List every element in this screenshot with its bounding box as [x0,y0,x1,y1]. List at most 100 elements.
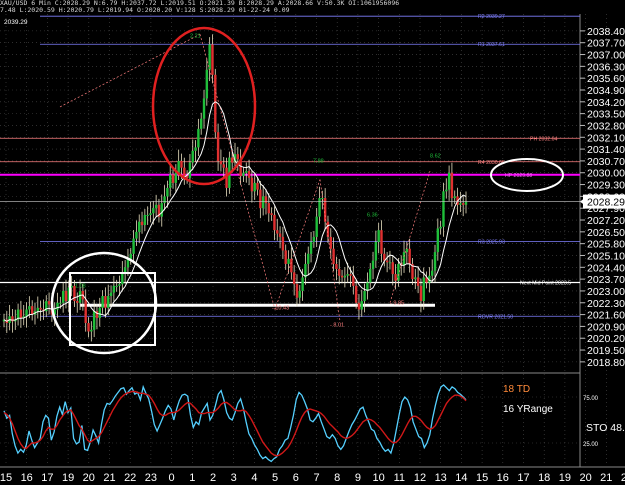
candle-body [98,307,101,318]
candle-body [461,203,465,205]
x-tick-label: 9 [355,472,361,484]
candle-body [180,160,183,168]
osc-tick-label: 25.00 [583,442,599,448]
candle-body [408,248,411,264]
candle-body [253,182,256,192]
y-tick-label: 2036.30 [587,61,625,73]
candle-body [273,214,276,231]
candle-body [445,189,448,192]
x-tick-label: 21 [103,472,115,484]
td-annotation: 2.21 [190,34,201,40]
candle-body [169,174,172,188]
x-tick-label: 17 [517,472,529,484]
candle-body [87,323,90,332]
candle-body [230,157,234,163]
candle-body [211,44,214,75]
level-label: HP 2029.88 [505,173,532,179]
candle-body [115,285,118,287]
candle-body [436,228,440,253]
candle-body [104,296,107,308]
candle-body [363,290,366,302]
candle-body [453,196,456,199]
x-tick-label: 1 [189,472,195,484]
candle-body [199,118,203,129]
candle-body [183,167,186,177]
price-chart[interactable]: 15 16 17 19 20 21 22 23 0 1 2 3 4 5 6 7 8 9 10 11 12 13 14 15 16… [0,0,625,485]
candle-body [30,306,34,315]
candle-body [205,69,209,99]
candle-body [315,216,318,237]
legend-18-td: 18 TD [503,384,530,395]
x-tick-label: 4 [251,472,257,484]
candle-body [309,241,313,254]
x-tick-label: 11 [394,472,405,484]
level-label: Next Mid Point 2023.5 [520,281,571,287]
x-tick-label: 15 [0,472,12,484]
y-tick-label: 2037.70 [587,38,625,50]
candle-body [335,263,338,269]
candle-body [287,258,290,264]
candle-body [256,182,259,190]
candle-body [56,302,59,310]
candle-body [177,160,180,173]
candle-body [349,274,352,276]
y-tick-label: 2030.00 [587,168,625,180]
candle-body [132,238,135,254]
y-tick-label: 2025.10 [587,250,625,262]
td-annotation: 7.88 [313,159,324,165]
candle-body [92,311,96,330]
candle-body [270,213,273,215]
candle-body [59,302,62,304]
candle-body [140,221,144,226]
stochastic-axis-label: STO 48. [586,422,625,434]
candle-body [216,132,220,161]
candle-body [374,241,378,261]
x-tick-label: 15 [476,472,488,484]
candle-body [422,277,425,302]
y-tick-label: 2031.40 [587,144,625,156]
x-tick-label: 18 [538,472,550,484]
x-tick-label: 14 [455,472,467,484]
y-tick-label: 2023.70 [587,274,625,286]
candle-body [163,196,166,204]
level-label: R3 2025.93 [478,239,505,245]
candle-body [459,203,462,205]
candle-body [222,164,225,168]
y-tick-label: 2037.00 [587,50,625,62]
y-tick-label: 2023.00 [587,286,625,298]
osc-tick-label: 75.00 [583,396,599,402]
candle-body [298,290,301,298]
candle-body [242,172,245,177]
y-tick-label: 2025.80 [587,239,625,251]
candle-body [47,301,51,305]
candle-body [312,236,316,242]
candle-body [307,253,310,264]
x-tick-label: 3 [231,472,237,484]
x-tick-label: 10 [372,472,384,484]
td-annotation: 8.62 [430,154,441,160]
x-tick-label: 16 [21,472,33,484]
y-tick-label: 2032.10 [587,132,625,144]
candles [2,34,468,342]
candle-body [264,196,268,204]
y-tick-label: 2033.50 [587,109,625,121]
candle-body [439,226,442,229]
candle-body [433,252,437,271]
candle-body [135,231,138,239]
candle-body [123,267,127,273]
y-tick-label: 2030.70 [587,156,625,168]
y-tick-label: 2032.80 [587,120,625,132]
candle-body [332,248,335,264]
y-tick-label: 2018.80 [587,357,625,369]
candle-body [321,198,324,200]
td-annotation: 6.36 [367,213,378,219]
candle-body [447,172,451,190]
candle-body [90,329,93,332]
x-tick-label: 16 [497,472,509,484]
candle-body [118,284,121,286]
candle-body [171,174,175,183]
x-tick-label: 5 [272,472,278,484]
candle-body [278,233,282,237]
candle-body [284,250,287,264]
td-dashed-line [199,34,276,310]
